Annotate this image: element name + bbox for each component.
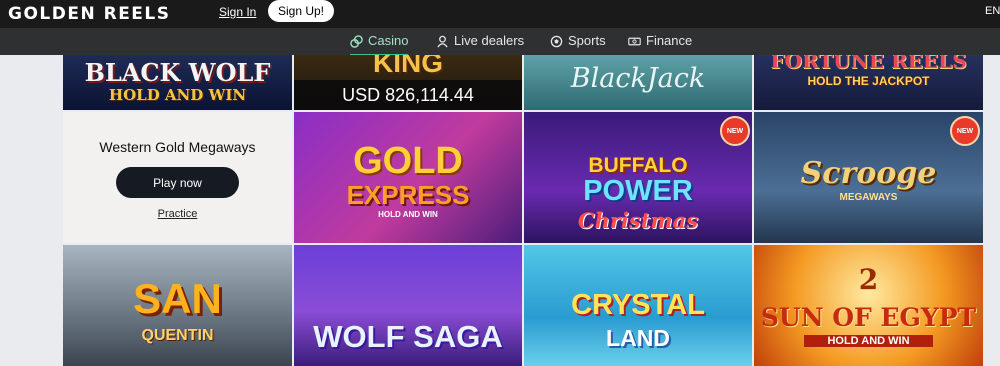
featured-game-panel: Western Gold Megaways Play now Practice: [63, 112, 292, 243]
category-nav: Casino Live dealers Sports Finance: [0, 28, 1000, 56]
game-title: KING: [373, 55, 443, 78]
game-title-2: LAND: [606, 325, 670, 351]
game-tile-black-wolf[interactable]: BLACK WOLF HOLD AND WIN: [63, 55, 292, 110]
nav-finance-label: Finance: [646, 33, 693, 48]
nav-live-dealers[interactable]: Live dealers: [436, 33, 524, 53]
nav-live-dealers-label: Live dealers: [454, 33, 525, 48]
new-badge: NEW: [950, 116, 980, 146]
game-title: GOLD: [353, 140, 463, 182]
ball-icon: [550, 35, 563, 48]
game-tile-wolf-saga[interactable]: WOLF SAGA: [294, 245, 522, 366]
game-title: BLACK WOLF: [84, 58, 271, 87]
game-subtitle: MEGAWAYS: [839, 192, 898, 203]
sign-in-link[interactable]: Sign In: [219, 5, 256, 19]
game-tile-gold-express[interactable]: GOLD EXPRESS HOLD AND WIN: [294, 112, 522, 243]
game-title: CRYSTAL: [571, 289, 705, 321]
game-title: SUN OF EGYPT: [760, 303, 977, 332]
game-tile-blackjack[interactable]: BlackJack: [524, 55, 752, 110]
game-tile-buffalo-power[interactable]: NEW BUFFALO POWER Christmas: [524, 112, 752, 243]
nav-casino[interactable]: Casino: [350, 33, 409, 56]
game-title-2: POWER: [583, 175, 693, 207]
game-grid: BLACK WOLF HOLD AND WIN KING USD 826,114…: [63, 55, 983, 366]
game-subtitle: Christmas: [577, 208, 699, 233]
game-tile-san-quentin[interactable]: SAN QUENTIN: [63, 245, 292, 366]
game-subtitle: HOLD THE JACKPOT: [807, 74, 930, 88]
language-selector[interactable]: EN: [985, 5, 1000, 17]
top-bar: GOLDEN REELS Sign In Sign Up! EN: [0, 0, 1000, 28]
game-title: BlackJack: [570, 63, 706, 94]
game-subtitle: HOLD AND WIN: [804, 335, 933, 347]
game-number: 2: [858, 263, 879, 296]
game-title-2: QUENTIN: [141, 327, 214, 344]
game-title: SAN: [133, 275, 222, 322]
dealer-icon: [437, 35, 448, 48]
play-now-button[interactable]: Play now: [116, 167, 239, 198]
featured-game-title: Western Gold Megaways: [99, 139, 256, 155]
chips-icon: [350, 35, 363, 48]
game-tile-crystal-land[interactable]: CRYSTAL LAND: [524, 245, 752, 366]
game-tile-king[interactable]: KING USD 826,114.44: [294, 55, 522, 110]
nav-sports-label: Sports: [568, 33, 606, 48]
game-tile-sun-of-egypt[interactable]: 2 SUN OF EGYPT HOLD AND WIN: [754, 245, 983, 366]
nav-sports[interactable]: Sports: [550, 33, 606, 53]
game-title-2: EXPRESS: [346, 180, 470, 210]
game-title: WOLF SAGA: [313, 319, 503, 354]
practice-link[interactable]: Practice: [63, 208, 292, 220]
game-title: Scrooge: [800, 156, 937, 191]
jackpot-amount: USD 826,114.44: [294, 80, 522, 110]
game-subtitle: HOLD AND WIN: [108, 86, 247, 104]
game-tile-scrooge[interactable]: NEW Scrooge MEGAWAYS: [754, 112, 983, 243]
nav-finance[interactable]: Finance: [628, 33, 692, 53]
new-badge: NEW: [720, 116, 750, 146]
game-title: FORTUNE REELS: [770, 55, 967, 73]
game-subtitle: HOLD AND WIN: [378, 210, 438, 219]
nav-casino-label: Casino: [368, 33, 409, 48]
sign-up-button[interactable]: Sign Up!: [268, 0, 334, 22]
game-tile-fortune-reels[interactable]: FORTUNE REELS HOLD THE JACKPOT: [754, 55, 983, 110]
logo[interactable]: GOLDEN REELS: [8, 4, 171, 24]
cash-icon: [628, 37, 641, 46]
